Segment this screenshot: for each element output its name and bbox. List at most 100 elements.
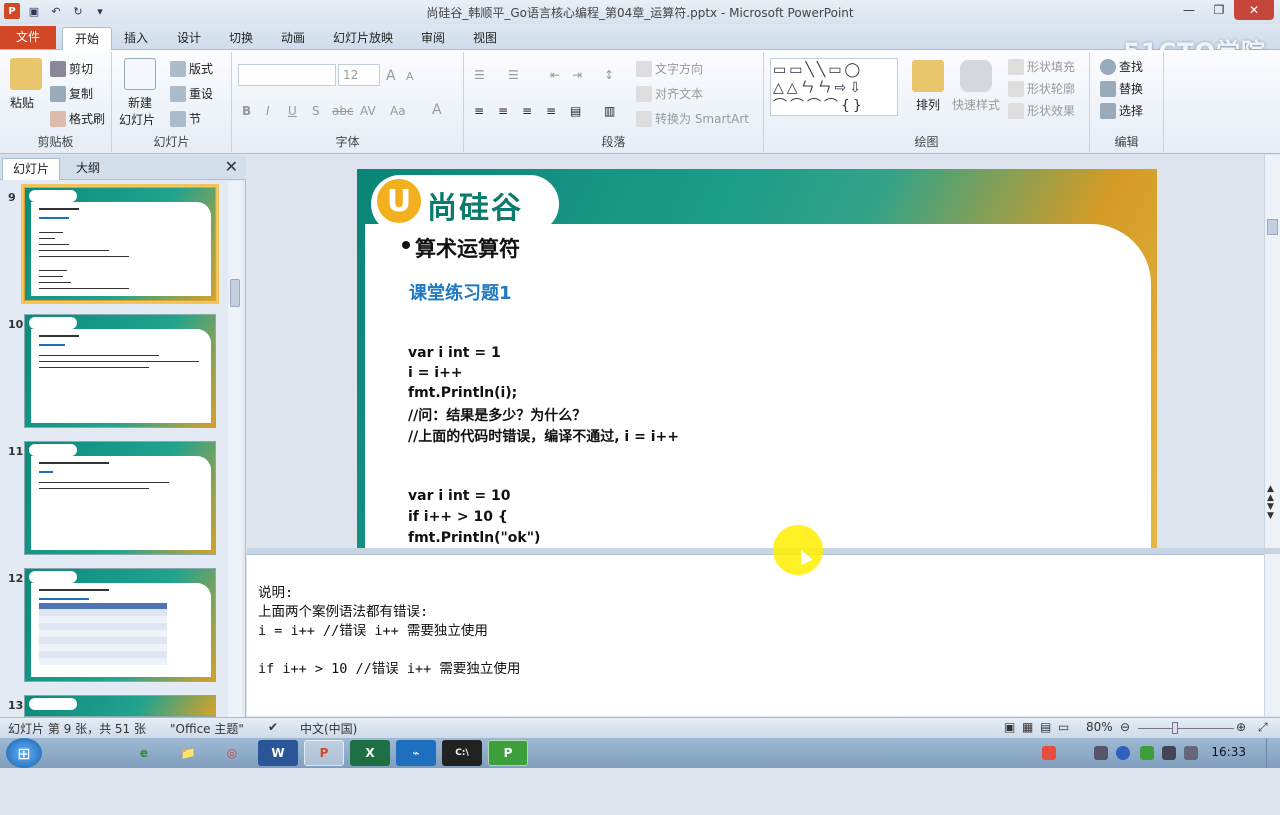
layout-button[interactable]: 版式 bbox=[170, 60, 213, 77]
slide-canvas[interactable]: U 尚硅谷 算术运算符 课堂练习题1 var i int = 1 i = i++… bbox=[357, 169, 1157, 549]
font-color-button[interactable]: A bbox=[432, 102, 442, 118]
tab-slides[interactable]: 幻灯片 bbox=[2, 158, 61, 180]
tab-file[interactable]: 文件 bbox=[0, 26, 56, 49]
prev-next-slide-icon[interactable]: ▲ ▲ ▼ ▼ bbox=[1267, 485, 1274, 521]
new-slide-dropdown[interactable]: 幻灯片 bbox=[119, 111, 155, 128]
bold-button[interactable]: B bbox=[242, 104, 251, 118]
ie-icon[interactable]: e bbox=[124, 740, 164, 766]
tab-insert[interactable]: 插入 bbox=[112, 27, 160, 50]
slide-thumbnail[interactable]: 11 bbox=[0, 441, 228, 561]
start-button[interactable]: ⊞ bbox=[6, 738, 42, 768]
slide-subheading[interactable]: 课堂练习题1 bbox=[409, 279, 512, 305]
format-painter-button[interactable]: 格式刷 bbox=[50, 110, 105, 127]
chrome-icon[interactable]: ◎ bbox=[212, 740, 252, 766]
font-size-select[interactable]: 12 bbox=[338, 64, 380, 86]
zoom-slider[interactable] bbox=[1138, 728, 1234, 729]
vscode-icon[interactable]: ⌁ bbox=[396, 740, 436, 766]
excel-icon[interactable]: X bbox=[350, 740, 390, 766]
monitor-icon[interactable] bbox=[1162, 746, 1176, 760]
justify-button[interactable]: ≡ bbox=[546, 104, 556, 118]
app-icon[interactable]: P bbox=[488, 740, 528, 766]
columns-button[interactable]: ▥ bbox=[604, 104, 615, 118]
paste-button[interactable]: 粘贴 bbox=[10, 94, 34, 111]
slide-thumbnail[interactable]: 10 bbox=[0, 314, 228, 434]
restore-button[interactable]: ❐ bbox=[1204, 0, 1234, 20]
volume-icon[interactable] bbox=[1184, 746, 1198, 760]
reading-view-icon[interactable]: ▤ bbox=[1040, 720, 1051, 734]
fit-to-window-icon[interactable]: ⤢ bbox=[1258, 720, 1268, 735]
quick-styles-button[interactable]: 快速样式 bbox=[952, 96, 1000, 113]
scrollbar-thumb[interactable] bbox=[1267, 219, 1278, 235]
shape-outline-button[interactable]: 形状轮廓 bbox=[1008, 80, 1075, 97]
section-button[interactable]: 节 bbox=[170, 110, 201, 127]
text-direction-button[interactable]: 文字方向 bbox=[636, 60, 703, 77]
tab-slideshow[interactable]: 幻灯片放映 bbox=[321, 27, 405, 50]
align-right-button[interactable]: ≡ bbox=[522, 104, 532, 118]
zoom-out-icon[interactable]: ⊖ bbox=[1120, 720, 1130, 734]
replace-button[interactable]: 替换 bbox=[1100, 80, 1143, 97]
italic-button[interactable]: I bbox=[266, 104, 270, 118]
normal-view-icon[interactable]: ▣ bbox=[1004, 720, 1015, 734]
tab-home[interactable]: 开始 bbox=[62, 27, 113, 50]
tab-design[interactable]: 设计 bbox=[165, 27, 213, 50]
tab-outline[interactable]: 大纲 bbox=[66, 158, 110, 180]
arrange-button[interactable]: 排列 bbox=[916, 96, 940, 113]
language[interactable]: 中文(中国) bbox=[300, 720, 357, 737]
numbering-button[interactable]: ☰ bbox=[508, 68, 519, 82]
align-center-button[interactable]: ≡ bbox=[498, 104, 508, 118]
copy-button[interactable]: 复制 bbox=[50, 85, 93, 102]
find-button[interactable]: 查找 bbox=[1100, 58, 1143, 75]
new-slide-button[interactable]: 新建 bbox=[128, 94, 152, 111]
align-left-button[interactable]: ≡ bbox=[474, 104, 484, 118]
show-desktop-button[interactable] bbox=[1266, 738, 1280, 768]
shape-fill-button[interactable]: 形状填充 bbox=[1008, 58, 1075, 75]
powerpoint-taskbar-icon[interactable]: P bbox=[304, 740, 344, 766]
align-text-button[interactable]: 对齐文本 bbox=[636, 85, 703, 102]
zoom-slider-thumb[interactable] bbox=[1172, 722, 1178, 734]
slide-heading[interactable]: 算术运算符 bbox=[415, 233, 520, 263]
tab-transitions[interactable]: 切换 bbox=[217, 27, 265, 50]
explorer-icon[interactable]: 📁 bbox=[168, 740, 208, 766]
bluetooth-icon[interactable] bbox=[1116, 746, 1130, 760]
underline-button[interactable]: U bbox=[288, 104, 297, 118]
cut-button[interactable]: 剪切 bbox=[50, 60, 93, 77]
notes-pane[interactable]: 说明: 上面两个案例语法都有错误: i = i++ //错误 i++ 需要独立使… bbox=[247, 554, 1264, 716]
network-icon[interactable] bbox=[1094, 746, 1108, 760]
shapes-gallery[interactable]: ▭▭╲╲▭◯ △△ㄣㄣ⇨⇩ ⌒⌒⌒⌒{} bbox=[770, 58, 898, 116]
ime-icon[interactable] bbox=[1042, 746, 1056, 760]
select-button[interactable]: 选择 bbox=[1100, 102, 1143, 119]
minimize-button[interactable]: — bbox=[1174, 0, 1204, 20]
thumbnails-scrollbar[interactable] bbox=[228, 181, 242, 717]
tab-review[interactable]: 审阅 bbox=[409, 27, 457, 50]
notes-scrollbar[interactable] bbox=[1264, 554, 1280, 716]
reset-button[interactable]: 重设 bbox=[170, 85, 213, 102]
tray-app-icon[interactable] bbox=[1140, 746, 1154, 760]
shape-effects-button[interactable]: 形状效果 bbox=[1008, 102, 1075, 119]
spellcheck-icon[interactable]: ✔ bbox=[268, 720, 278, 734]
tab-animations[interactable]: 动画 bbox=[269, 27, 317, 50]
bullets-button[interactable]: ☰ bbox=[474, 68, 485, 82]
zoom-in-icon[interactable]: ⊕ bbox=[1236, 720, 1246, 734]
close-panel-icon[interactable]: ✕ bbox=[225, 157, 238, 176]
slide-thumbnail[interactable]: 9 bbox=[0, 184, 228, 307]
distribute-button[interactable]: ▤ bbox=[570, 104, 581, 118]
font-family-select[interactable] bbox=[238, 64, 336, 86]
tab-view[interactable]: 视图 bbox=[461, 27, 509, 50]
word-icon[interactable]: W bbox=[258, 740, 298, 766]
slide-thumbnail[interactable]: 12 bbox=[0, 568, 228, 688]
close-window-button[interactable]: ✕ bbox=[1234, 0, 1274, 20]
terminal-icon[interactable]: C:\ bbox=[442, 740, 482, 766]
scrollbar-thumb[interactable] bbox=[230, 279, 240, 307]
decrease-indent-button[interactable]: ⇤ bbox=[550, 68, 560, 82]
smartart-button[interactable]: 转换为 SmartArt bbox=[636, 110, 749, 127]
shrink-font-button[interactable]: A bbox=[406, 70, 414, 83]
zoom-level[interactable]: 80% bbox=[1086, 720, 1113, 734]
change-case-button[interactable]: Aa bbox=[390, 104, 406, 118]
line-spacing-button[interactable]: ↕ bbox=[604, 68, 614, 82]
sorter-view-icon[interactable]: ▦ bbox=[1022, 720, 1033, 734]
grow-font-button[interactable]: A bbox=[386, 68, 396, 84]
slide-scrollbar[interactable]: ▲ ▲ ▼ ▼ bbox=[1264, 155, 1280, 548]
strikethrough-button[interactable]: abc bbox=[332, 104, 354, 118]
slideshow-icon[interactable]: ▭ bbox=[1058, 720, 1069, 734]
shadow-button[interactable]: S bbox=[312, 104, 320, 118]
